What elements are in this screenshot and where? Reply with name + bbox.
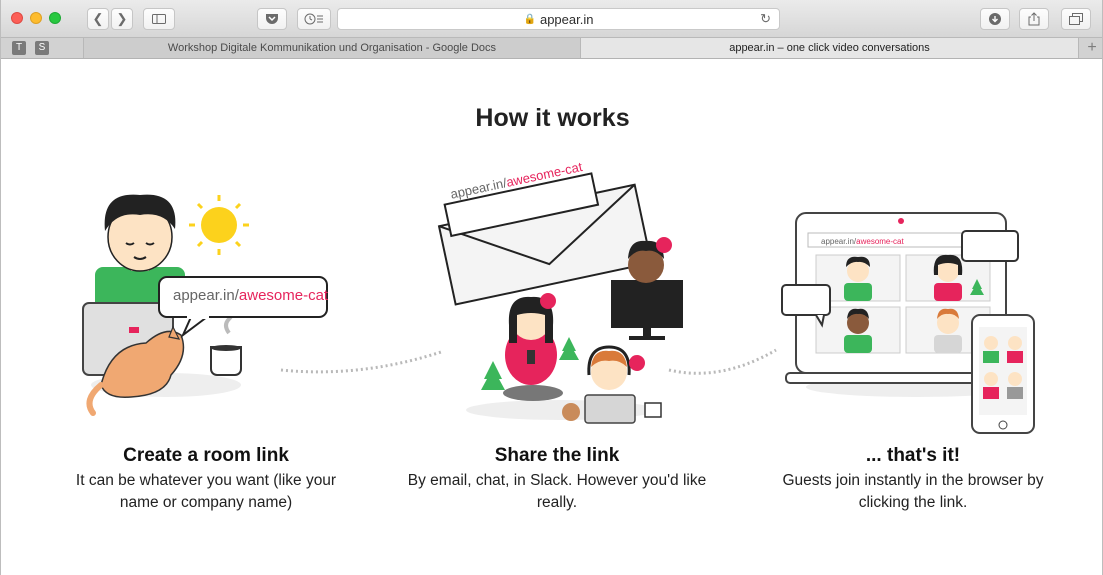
- link-prefix: appear.in/: [173, 287, 239, 304]
- link-room-name: awesome-cat: [856, 237, 904, 246]
- tab-bar: T S Workshop Digitale Kommunikation und …: [1, 38, 1102, 59]
- back-button[interactable]: ❮: [87, 8, 109, 30]
- download-button[interactable]: [980, 8, 1010, 30]
- pocket-button[interactable]: [257, 8, 287, 30]
- reading-list-button[interactable]: [297, 8, 331, 30]
- tab-label: Workshop Digitale Kommunikation und Orga…: [167, 42, 497, 54]
- pinned-tab-s[interactable]: S: [35, 41, 49, 55]
- new-tab-icon[interactable]: +: [1078, 38, 1103, 58]
- room-link-text: appear.in/awesome-cat: [173, 287, 328, 304]
- sidebar-icon: [152, 14, 166, 24]
- step-1-description: It can be whatever you want (like your n…: [75, 472, 337, 511]
- address-text: appear.in: [539, 11, 594, 27]
- step-3-description: Guests join instantly in the browser by …: [782, 472, 1044, 511]
- browser-window: ❮ ❯ 🔒 appear.in ↻ T S Workshop Digitale …: [0, 0, 1103, 575]
- sun-icon: [189, 195, 249, 255]
- sidebar-button[interactable]: [143, 8, 175, 30]
- maximize-window-button[interactable]: [49, 12, 61, 24]
- tab-appear-in[interactable]: appear.in – one click video conversation…: [580, 38, 1078, 58]
- video-call-illustration: [781, 212, 1035, 434]
- share-icon: [1028, 12, 1040, 26]
- step-1-title: Create a room link: [123, 445, 289, 466]
- lock-icon: 🔒: [523, 13, 536, 25]
- download-icon: [989, 13, 1001, 25]
- tab-google-docs[interactable]: Workshop Digitale Kommunikation und Orga…: [83, 38, 580, 58]
- link-prefix: appear.in/: [821, 237, 857, 246]
- reload-icon[interactable]: ↻: [760, 11, 771, 27]
- step-2-title: Share the link: [494, 445, 620, 466]
- tabs-overview-button[interactable]: [1061, 8, 1091, 30]
- forward-button[interactable]: ❯: [111, 8, 133, 30]
- laptop-link-text: appear.in/awesome-cat: [821, 237, 904, 246]
- pinned-tab-trello[interactable]: T: [12, 41, 26, 55]
- share-link-illustration: [437, 172, 683, 424]
- tabs-overview-icon: [1069, 13, 1083, 25]
- browser-toolbar: ❮ ❯ 🔒 appear.in ↻: [1, 0, 1102, 38]
- link-room-name: awesome-cat: [238, 287, 329, 304]
- forward-icon: ❯: [116, 11, 128, 26]
- share-button[interactable]: [1019, 8, 1049, 30]
- link-speech-bubble: [158, 276, 328, 339]
- tab-label: appear.in – one click video conversation…: [729, 42, 930, 54]
- step-2-description: By email, chat, in Slack. However you'd …: [407, 472, 707, 511]
- back-icon: ❮: [92, 11, 104, 26]
- address-bar[interactable]: 🔒 appear.in ↻: [337, 8, 780, 30]
- create-link-illustration: [82, 194, 328, 416]
- minimize-window-button[interactable]: [30, 12, 42, 24]
- reading-list-icon: [304, 13, 323, 25]
- step-3-title: ... that's it!: [865, 445, 961, 466]
- close-window-button[interactable]: [11, 12, 23, 24]
- pocket-icon: [266, 14, 278, 24]
- page-heading: How it works: [475, 104, 630, 132]
